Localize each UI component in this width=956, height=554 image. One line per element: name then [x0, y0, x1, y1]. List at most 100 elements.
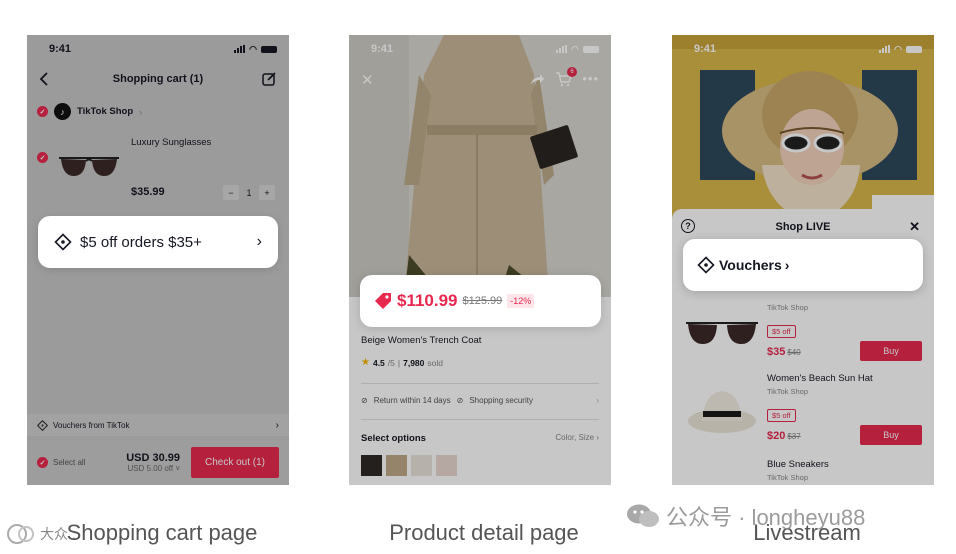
qty-plus-button[interactable]: +	[259, 185, 275, 200]
cart-header: Shopping cart (1)	[27, 67, 289, 91]
buy-button[interactable]: Buy	[860, 425, 922, 445]
close-icon[interactable]: ✕	[361, 71, 374, 89]
sunglasses-image	[686, 322, 758, 345]
vouchers-row[interactable]: Vouchers from TikTok ›	[27, 414, 289, 436]
qty-minus-button[interactable]: −	[223, 185, 239, 200]
more-icon[interactable]: •••	[582, 71, 599, 86]
rating-row: ★ 4.5 /5 | 7,980 sold	[361, 357, 443, 368]
signal-icon	[234, 45, 246, 53]
sunglasses-image	[59, 157, 119, 177]
price-tag-icon	[375, 293, 391, 309]
select-options-row[interactable]: Select options Color, Size ›	[361, 433, 599, 444]
watermark-text: 公众号 · longheyu88	[666, 505, 866, 530]
ticket-icon	[37, 419, 48, 431]
shopping-cart-screen: 9:41 ◠ Shopping cart (1) ✓ ♪ TikTok Shop…	[27, 35, 289, 485]
watermark-left: 大众..	[6, 523, 76, 545]
panel-header: ? Shop LIVE ✕	[672, 219, 934, 235]
watermark: 公众号 · longheyu88	[626, 500, 865, 532]
discount-text: USD 5.00 off	[127, 464, 174, 473]
live-product-item[interactable]: Women's Beach Sun Hat TikTok Shop $5 off…	[682, 373, 924, 453]
wifi-icon: ◠	[894, 43, 902, 54]
product-shop: TikTok Shop	[767, 303, 808, 312]
product-shop: TikTok Shop	[767, 473, 808, 482]
voucher-callout-text: $5 off orders $35+	[80, 233, 202, 251]
status-time: 9:41	[371, 43, 394, 55]
sun-hat-image	[688, 391, 756, 433]
product-name: Beige Women's Trench Coat	[361, 335, 482, 346]
detail-top-bar: ✕ 6 •••	[349, 67, 611, 89]
chat-logo-icon	[7, 524, 34, 544]
panel-title: Shop LIVE	[775, 221, 831, 233]
select-options-label: Select options	[361, 433, 426, 444]
caption-cart: Shopping cart page	[66, 520, 258, 545]
select-all-check-icon[interactable]: ✓	[37, 457, 48, 468]
status-time: 9:41	[694, 43, 717, 55]
check-icon[interactable]: ✓	[37, 106, 48, 117]
variant-thumb[interactable]	[411, 455, 432, 476]
sold-count: 7,980	[403, 357, 425, 368]
rating-scale: /5	[387, 357, 395, 368]
edit-icon[interactable]	[261, 71, 277, 87]
help-icon[interactable]: ?	[681, 219, 695, 233]
price: $110.99	[397, 291, 458, 310]
vouchers-callout-card[interactable]: Vouchers ›	[683, 239, 923, 291]
chevron-right-icon: ›	[256, 233, 262, 250]
share-icon[interactable]	[529, 71, 545, 87]
divider	[361, 419, 599, 420]
battery-icon	[261, 45, 277, 53]
product-old-price: $37	[787, 432, 801, 441]
status-bar: 9:41 ◠	[349, 35, 611, 63]
variant-thumbnails	[361, 455, 457, 476]
cart-count-badge: 6	[567, 67, 577, 77]
checkout-bar: ✓ Select all USD 30.99 USD 5.00 off ˅ Ch…	[27, 440, 289, 485]
buy-button[interactable]: Buy	[860, 341, 922, 361]
sneakers-image	[682, 467, 762, 485]
battery-icon	[583, 45, 599, 53]
vouchers-callout-text: Vouchers	[719, 257, 782, 273]
shop-name: TikTok Shop	[77, 106, 134, 117]
vouchers-label: Vouchers from TikTok	[53, 420, 130, 430]
page-title: Shopping cart (1)	[112, 73, 204, 85]
variant-thumb[interactable]	[361, 455, 382, 476]
status-bar: 9:41 ◠	[672, 35, 934, 63]
live-product-item[interactable]: TikTok Shop $5 off $35 $40 Buy	[682, 289, 924, 369]
shop-row[interactable]: ✓ ♪ TikTok Shop ›	[37, 103, 142, 120]
variant-thumb[interactable]	[386, 455, 407, 476]
return-policy: Return within 14 days	[373, 396, 451, 405]
signal-icon	[879, 45, 891, 53]
shield-check-icon: ⊘	[456, 396, 464, 405]
guarantee-row[interactable]: ⊘ Return within 14 days ⊘ Shopping secur…	[361, 396, 599, 405]
coupon-badge: $5 off	[767, 409, 796, 422]
voucher-callout-card[interactable]: $5 off orders $35+ ›	[38, 216, 278, 268]
chevron-right-icon: ›	[784, 257, 790, 273]
chevron-right-icon: ›	[596, 433, 599, 442]
livestream-video[interactable]	[672, 35, 934, 225]
close-icon[interactable]: ✕	[909, 219, 920, 235]
item-check-icon[interactable]: ✓	[37, 152, 48, 163]
back-arrow-icon[interactable]	[37, 71, 53, 87]
wifi-icon: ◠	[249, 43, 257, 54]
product-name: Women's Beach Sun Hat	[767, 373, 873, 384]
chevron-right-icon: ›	[139, 106, 143, 117]
variant-thumb[interactable]	[436, 455, 457, 476]
rating-value: 4.5	[372, 357, 385, 368]
live-product-item[interactable]: Blue Sneakers TikTok Shop	[682, 459, 924, 485]
product-old-price: $40	[787, 348, 801, 357]
watermark-left-text: 大众..	[40, 526, 76, 542]
wifi-icon: ◠	[571, 43, 579, 54]
discount-amount[interactable]: USD 5.00 off ˅	[126, 464, 180, 473]
caption-detail: Product detail page	[389, 520, 579, 545]
product-name: Blue Sneakers	[767, 459, 829, 470]
shield-check-icon: ⊘	[361, 396, 368, 405]
total-amount: USD 30.99	[126, 452, 180, 464]
price-callout-card: $110.99 $125.99 -12%	[360, 275, 601, 327]
tiktok-logo-icon: ♪	[54, 103, 71, 120]
status-bar: 9:41 ◠	[27, 35, 289, 63]
product-shop: TikTok Shop	[767, 387, 808, 396]
product-detail-screen: 9:41 ◠ ✕ 6 ••• Beige Women's Trench Coat…	[349, 35, 611, 485]
product-price: $20	[767, 430, 786, 442]
checkout-button[interactable]: Check out (1)	[191, 447, 279, 478]
divider	[361, 383, 599, 384]
battery-icon	[906, 45, 922, 53]
select-all-label[interactable]: Select all	[53, 458, 85, 467]
